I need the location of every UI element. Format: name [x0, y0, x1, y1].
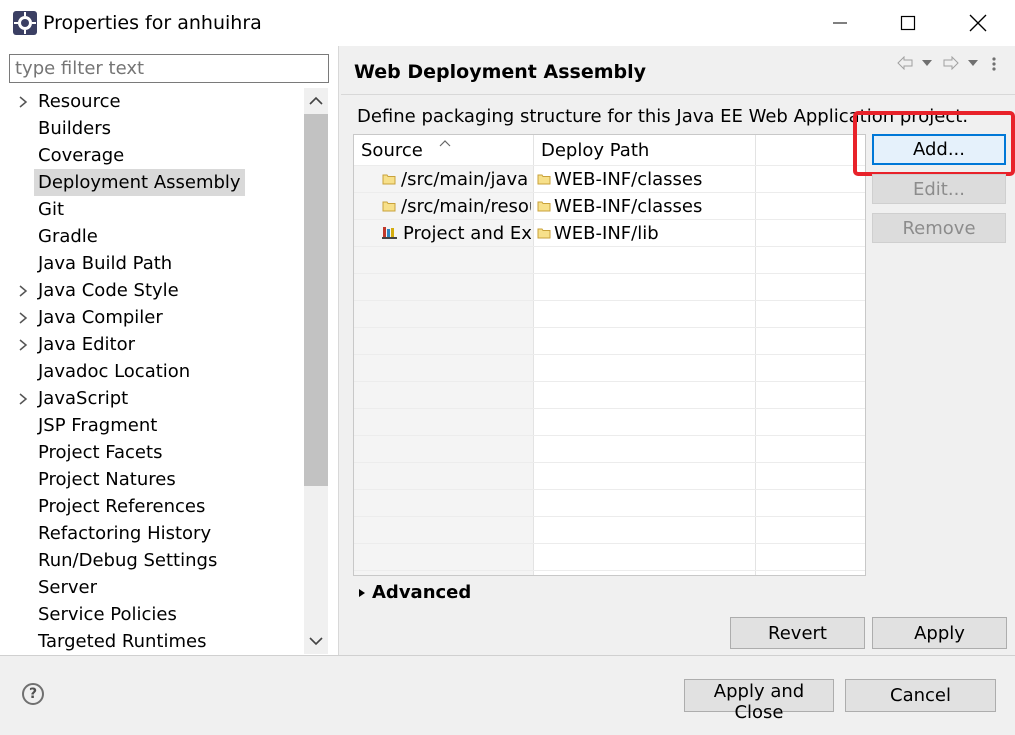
back-menu-chevron-icon[interactable]	[921, 56, 933, 74]
help-icon[interactable]: ?	[22, 683, 44, 705]
header-divider	[341, 94, 1015, 95]
forward-menu-chevron-icon[interactable]	[967, 56, 979, 74]
view-menu-icon[interactable]	[990, 56, 998, 76]
scroll-down-icon[interactable]	[306, 631, 326, 651]
tree-item[interactable]: Project References	[38, 493, 205, 520]
tree-item[interactable]: Coverage	[38, 142, 124, 169]
row-divider	[354, 300, 865, 301]
folder-icon	[382, 166, 401, 193]
source-cell: Project and External Dependencies	[382, 220, 531, 247]
column-header-deploy-path[interactable]: Deploy Path	[534, 135, 754, 165]
tree-item[interactable]: Project Natures	[38, 466, 176, 493]
row-divider	[354, 354, 865, 355]
property-tree: Resource Builders Coverage Deployment Assem…	[0, 88, 304, 654]
page-title: Web Deployment Assembly	[354, 61, 647, 83]
row-divider	[354, 273, 865, 274]
deploy-path-text: WEB-INF/classes	[554, 169, 703, 190]
tree-item[interactable]: JSP Fragment	[38, 412, 157, 439]
maximize-button[interactable]	[873, 0, 943, 46]
tree-item[interactable]: Java Code Style	[38, 277, 179, 304]
source-text: /src/main/resources	[401, 196, 531, 217]
edit-button[interactable]: Edit...	[872, 174, 1006, 204]
row-divider	[354, 543, 865, 544]
tree-item[interactable]: Run/Debug Settings	[38, 547, 217, 574]
tree-item[interactable]: Refactoring History	[38, 520, 211, 547]
deploy-path-cell: WEB-INF/classes	[537, 166, 753, 193]
footer-divider	[0, 655, 1015, 656]
close-button[interactable]	[943, 0, 1013, 46]
expand-arrow-icon	[359, 589, 365, 597]
deploy-path-text: WEB-INF/lib	[554, 223, 659, 244]
sort-ascending-icon	[438, 135, 452, 153]
tree-item[interactable]: Java Editor	[38, 331, 135, 358]
deploy-path-text: WEB-INF/classes	[554, 196, 703, 217]
close-icon	[969, 14, 987, 32]
row-divider	[354, 462, 865, 463]
tree-item[interactable]: Java Compiler	[38, 304, 163, 331]
source-cell: /src/main/resources	[382, 193, 531, 220]
deploy-path-cell: WEB-INF/classes	[537, 193, 753, 220]
deploy-path-cell: WEB-INF/lib	[537, 220, 753, 247]
expand-chevron-icon[interactable]	[17, 277, 29, 304]
tree-item[interactable]: Javadoc Location	[38, 358, 190, 385]
eclipse-app-icon	[12, 10, 38, 36]
expand-chevron-icon[interactable]	[17, 88, 29, 115]
tree-item[interactable]: Deployment Assembly	[34, 169, 245, 196]
expand-chevron-icon[interactable]	[17, 304, 29, 331]
row-divider	[354, 489, 865, 490]
deployment-table: Source Deploy Path /src/main/java WEB-INF…	[353, 134, 866, 576]
row-divider	[354, 435, 865, 436]
row-divider	[354, 516, 865, 517]
filter-input[interactable]	[9, 54, 329, 83]
tree-item[interactable]: JavaScript	[38, 385, 128, 412]
minimize-icon	[833, 22, 847, 24]
tree-item[interactable]: Targeted Runtimes	[38, 628, 206, 655]
scroll-up-icon[interactable]	[306, 91, 326, 111]
table-row[interactable]: /src/main/resources WEB-INF/classes	[354, 193, 865, 220]
folder-icon	[537, 193, 554, 220]
remove-button[interactable]: Remove	[872, 213, 1006, 243]
row-divider	[354, 327, 865, 328]
advanced-label: Advanced	[372, 582, 472, 603]
tree-item[interactable]: Service Policies	[38, 601, 177, 628]
tree-item[interactable]: Git	[38, 196, 64, 223]
window-title: Properties for anhuihra	[43, 12, 262, 34]
minimize-button[interactable]	[805, 0, 875, 46]
row-divider	[354, 570, 865, 571]
expand-chevron-icon[interactable]	[17, 331, 29, 358]
source-text: /src/main/java	[401, 169, 529, 190]
folder-icon	[537, 220, 554, 247]
apply-button[interactable]: Apply	[872, 617, 1007, 649]
tree-item[interactable]: Gradle	[38, 223, 98, 250]
tree-item[interactable]: Server	[38, 574, 97, 601]
tree-item[interactable]: Java Build Path	[38, 250, 172, 277]
advanced-section-toggle[interactable]: Advanced	[356, 580, 471, 606]
tree-item[interactable]: Project Facets	[38, 439, 162, 466]
revert-button[interactable]: Revert	[730, 617, 865, 649]
expand-chevron-icon[interactable]	[17, 385, 29, 412]
folder-icon	[537, 166, 554, 193]
tree-scroll-thumb[interactable]	[304, 114, 328, 486]
forward-icon[interactable]	[943, 55, 959, 74]
row-divider	[354, 381, 865, 382]
table-row[interactable]: /src/main/java WEB-INF/classes	[354, 166, 865, 193]
source-text: Project and External Dependencies	[403, 223, 531, 244]
tree-item[interactable]: Resource	[38, 88, 121, 115]
source-cell: /src/main/java	[382, 166, 531, 193]
maximize-icon	[900, 15, 916, 31]
apply-and-close-button[interactable]: Apply and Close	[684, 679, 834, 723]
add-button[interactable]: Add...	[872, 134, 1006, 165]
folder-icon	[382, 193, 401, 220]
row-divider	[354, 408, 865, 409]
library-icon	[382, 220, 403, 247]
back-icon[interactable]	[897, 55, 913, 74]
table-row[interactable]: Project and External Dependencies WEB-INF…	[354, 220, 865, 247]
tree-item[interactable]: Builders	[38, 115, 111, 142]
cancel-button[interactable]: Cancel	[845, 679, 996, 712]
